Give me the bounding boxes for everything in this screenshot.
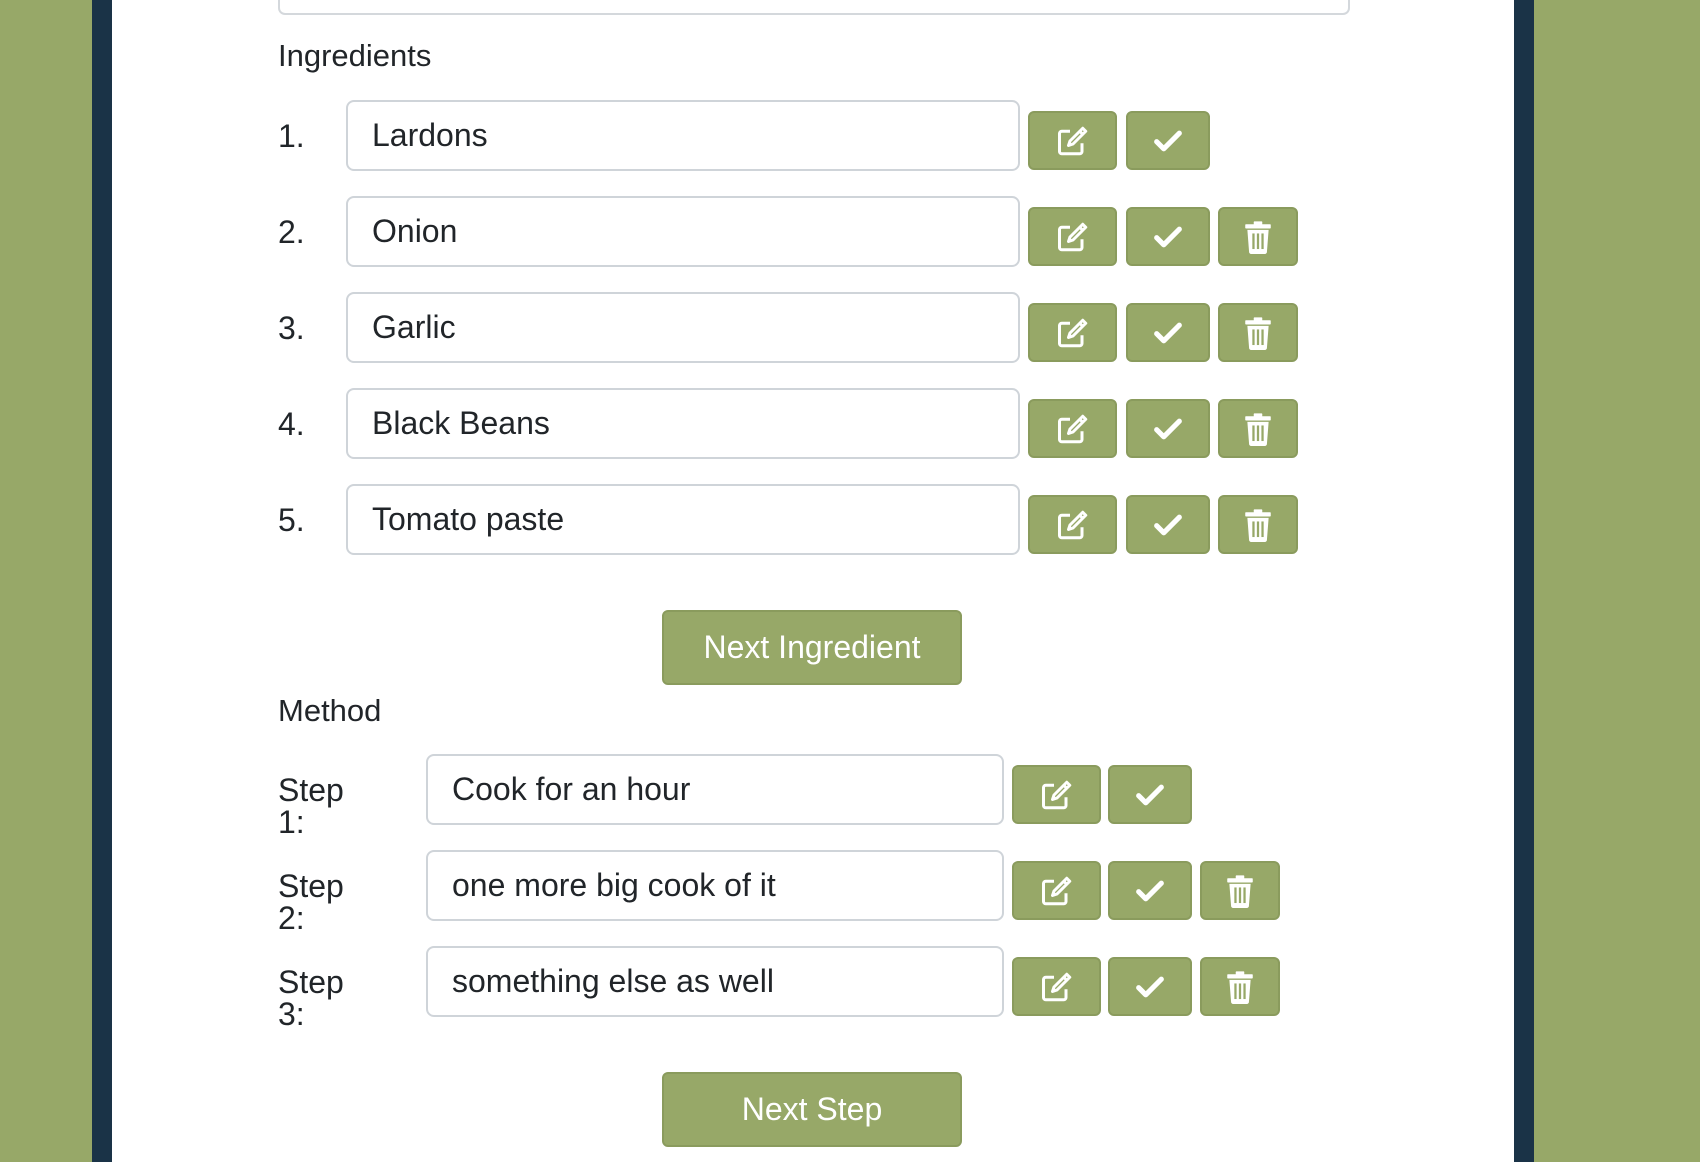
check-icon bbox=[1151, 508, 1185, 542]
ingredient-input[interactable] bbox=[346, 292, 1020, 363]
confirm-button[interactable] bbox=[1126, 207, 1210, 266]
edit-button[interactable] bbox=[1012, 957, 1101, 1016]
check-icon bbox=[1151, 220, 1185, 254]
step-input[interactable] bbox=[426, 946, 1004, 1017]
edit-icon bbox=[1039, 777, 1075, 813]
edit-button[interactable] bbox=[1028, 495, 1117, 554]
delete-button[interactable] bbox=[1200, 957, 1280, 1016]
next-step-button[interactable]: Next Step bbox=[662, 1072, 962, 1147]
delete-button[interactable] bbox=[1200, 861, 1280, 920]
previous-field[interactable] bbox=[278, 0, 1350, 15]
edit-button[interactable] bbox=[1028, 399, 1117, 458]
trash-icon bbox=[1243, 412, 1273, 446]
confirm-button[interactable] bbox=[1126, 399, 1210, 458]
step-number: Step 2: bbox=[278, 868, 344, 936]
confirm-button[interactable] bbox=[1126, 495, 1210, 554]
ingredient-input[interactable] bbox=[346, 100, 1020, 171]
confirm-button[interactable] bbox=[1126, 111, 1210, 170]
edit-icon bbox=[1055, 507, 1091, 543]
ingredient-number: 2. bbox=[278, 214, 305, 250]
ingredient-input[interactable] bbox=[346, 388, 1020, 459]
delete-button[interactable] bbox=[1218, 495, 1298, 554]
check-icon bbox=[1133, 874, 1167, 908]
check-icon bbox=[1133, 970, 1167, 1004]
edit-icon bbox=[1055, 219, 1091, 255]
method-label: Method bbox=[278, 693, 382, 728]
confirm-button[interactable] bbox=[1108, 957, 1192, 1016]
edit-icon bbox=[1055, 123, 1091, 159]
edit-button[interactable] bbox=[1012, 765, 1101, 824]
ingredients-label: Ingredients bbox=[278, 38, 432, 73]
confirm-button[interactable] bbox=[1108, 861, 1192, 920]
delete-button[interactable] bbox=[1218, 303, 1298, 362]
edit-button[interactable] bbox=[1028, 207, 1117, 266]
trash-icon bbox=[1243, 508, 1273, 542]
edit-icon bbox=[1039, 873, 1075, 909]
step-input[interactable] bbox=[426, 850, 1004, 921]
check-icon bbox=[1133, 778, 1167, 812]
delete-button[interactable] bbox=[1218, 207, 1298, 266]
check-icon bbox=[1151, 124, 1185, 158]
trash-icon bbox=[1243, 220, 1273, 254]
edit-icon bbox=[1055, 315, 1091, 351]
next-ingredient-button[interactable]: Next Ingredient bbox=[662, 610, 962, 685]
ingredient-number: 1. bbox=[278, 118, 305, 154]
confirm-button[interactable] bbox=[1126, 303, 1210, 362]
trash-icon bbox=[1243, 316, 1273, 350]
trash-icon bbox=[1225, 970, 1255, 1004]
confirm-button[interactable] bbox=[1108, 765, 1192, 824]
ingredient-number: 4. bbox=[278, 406, 305, 442]
edit-button[interactable] bbox=[1028, 111, 1117, 170]
ingredient-number: 3. bbox=[278, 310, 305, 346]
edit-icon bbox=[1055, 411, 1091, 447]
step-number: Step 3: bbox=[278, 964, 344, 1032]
check-icon bbox=[1151, 316, 1185, 350]
step-input[interactable] bbox=[426, 754, 1004, 825]
trash-icon bbox=[1225, 874, 1255, 908]
edit-icon bbox=[1039, 969, 1075, 1005]
check-icon bbox=[1151, 412, 1185, 446]
delete-button[interactable] bbox=[1218, 399, 1298, 458]
step-number: Step 1: bbox=[278, 772, 344, 840]
ingredient-input[interactable] bbox=[346, 484, 1020, 555]
ingredient-input[interactable] bbox=[346, 196, 1020, 267]
edit-button[interactable] bbox=[1012, 861, 1101, 920]
ingredient-number: 5. bbox=[278, 502, 305, 538]
edit-button[interactable] bbox=[1028, 303, 1117, 362]
